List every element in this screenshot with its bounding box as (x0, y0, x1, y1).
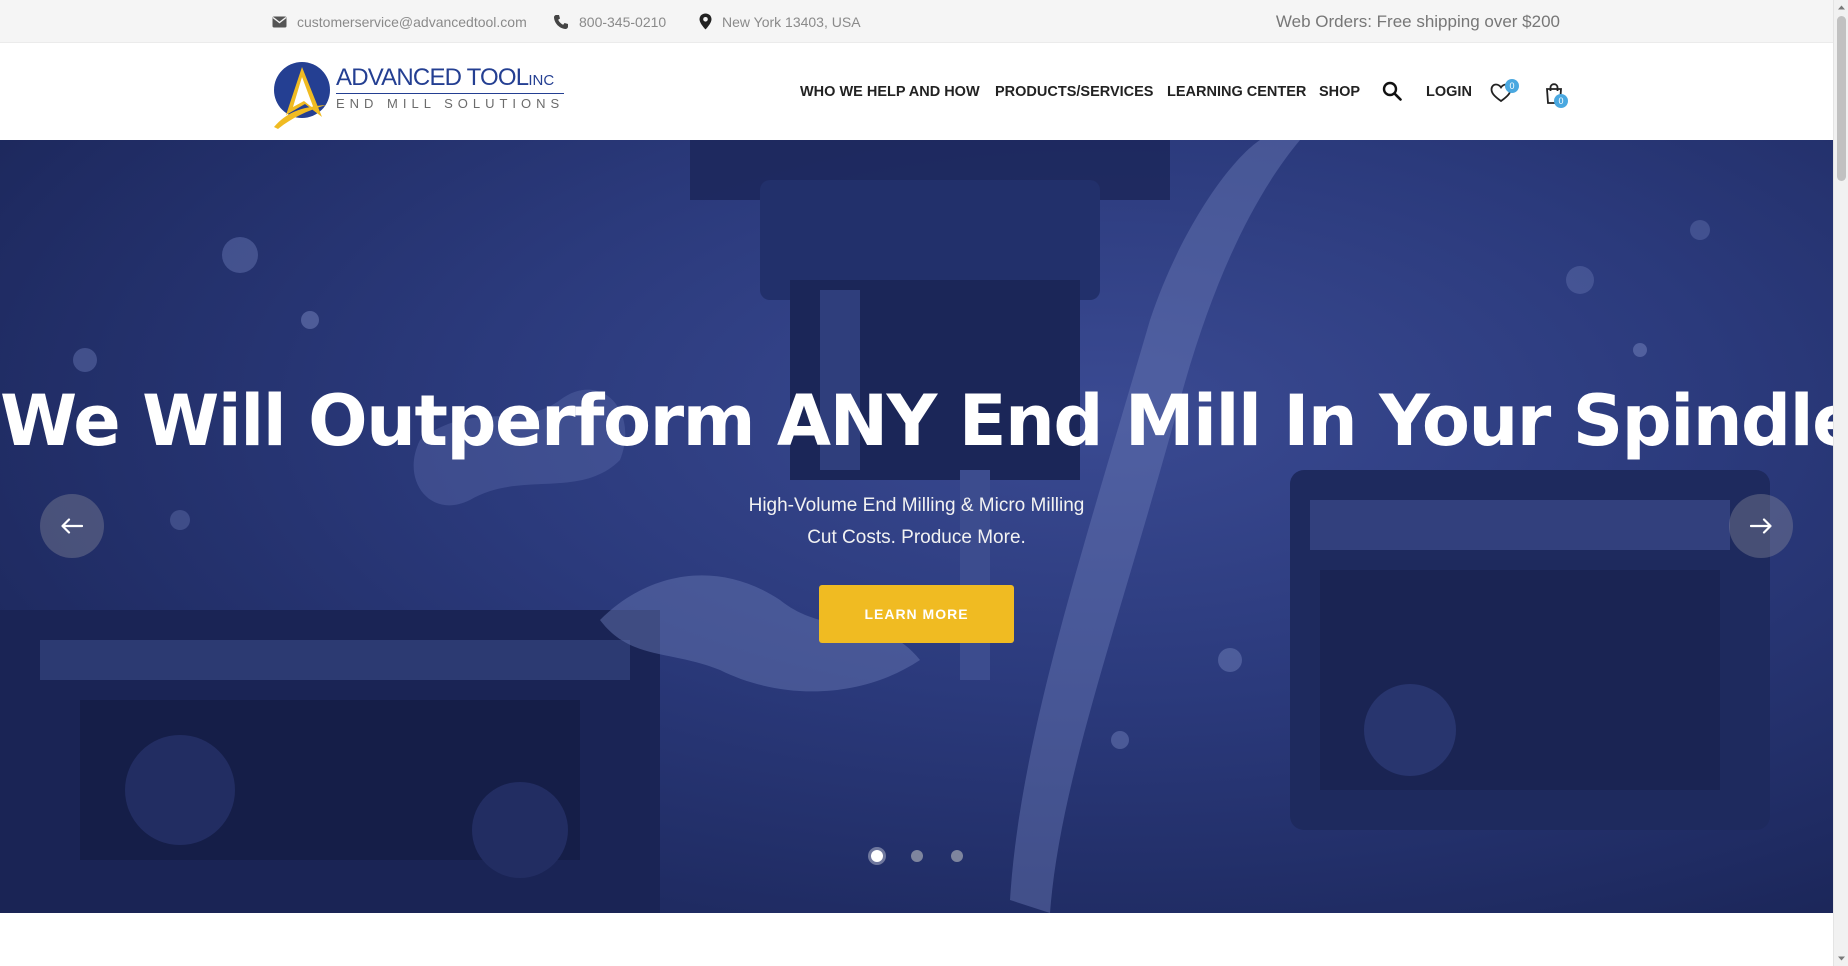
page: customerservice@advancedtool.com 800-345… (0, 0, 1848, 966)
cart-button[interactable]: 0 (1545, 79, 1579, 109)
phone-text: 800-345-0210 (579, 13, 667, 30)
envelope-icon (272, 16, 287, 27)
wishlist-count-badge: 0 (1505, 79, 1519, 93)
scroll-down-arrow-icon[interactable] (1837, 954, 1846, 963)
slider-dot-3[interactable] (951, 850, 963, 862)
shipping-notice: Web Orders: Free shipping over $200 (1275, 11, 1560, 31)
slider-prev-button[interactable] (40, 494, 104, 558)
nav-products-services[interactable]: PRODUCTS/SERVICES (995, 43, 1153, 140)
cart-count-badge: 0 (1554, 94, 1568, 108)
hero-title: We Will Outperform ANY End Mill In Your … (0, 380, 1833, 462)
search-icon (1382, 81, 1402, 101)
hero-subtitle-line2: Cut Costs. Produce More. (807, 527, 1026, 548)
hero-slider: We Will Outperform ANY End Mill In Your … (0, 140, 1833, 913)
slider-dot-2[interactable] (911, 850, 923, 862)
scroll-up-arrow-icon[interactable] (1837, 3, 1846, 12)
learn-more-button[interactable]: LEARN MORE (819, 585, 1014, 643)
site-header: ADVANCED TOOLINC END MILL SOLUTIONS WHO … (0, 43, 1833, 140)
nav-link-who-we-help[interactable]: WHO WE HELP AND HOW (800, 84, 980, 100)
logo-suffix: INC (528, 72, 555, 89)
page-scrollbar[interactable] (1833, 0, 1848, 966)
arrow-left-icon (61, 518, 83, 534)
slider-pagination (0, 850, 1833, 866)
nav-link-shop[interactable]: SHOP (1319, 84, 1360, 100)
email-contact[interactable]: customerservice@advancedtool.com (272, 0, 527, 43)
location-contact: New York 13403, USA (699, 0, 861, 43)
slider-dot-1[interactable] (871, 850, 883, 862)
nav-login[interactable]: LOGIN (1426, 43, 1472, 140)
top-bar: customerservice@advancedtool.com 800-345… (0, 0, 1833, 43)
nav-link-learning-center[interactable]: LEARNING CENTER (1167, 84, 1306, 100)
nav-link-products-services[interactable]: PRODUCTS/SERVICES (995, 84, 1153, 100)
location-text: New York 13403, USA (722, 13, 861, 30)
site-logo[interactable]: ADVANCED TOOLINC END MILL SOLUTIONS (272, 59, 565, 129)
arrow-right-icon (1750, 518, 1772, 534)
search-button[interactable] (1382, 81, 1402, 106)
hero-subtitle-line1: High-Volume End Milling & Micro Milling (748, 495, 1085, 516)
phone-icon (554, 14, 568, 29)
logo-mark-icon (274, 62, 330, 129)
nav-learning-center[interactable]: LEARNING CENTER (1167, 43, 1306, 140)
nav-who-we-help[interactable]: WHO WE HELP AND HOW (800, 43, 980, 140)
map-pin-icon (699, 13, 712, 30)
logo-tagline: END MILL SOLUTIONS (336, 93, 565, 111)
logo-name-text: ADVANCED TOOL (336, 64, 529, 91)
email-text: customerservice@advancedtool.com (297, 13, 527, 30)
wishlist-button[interactable]: 0 (1490, 79, 1524, 107)
logo-name: ADVANCED TOOLINC (336, 64, 564, 92)
phone-contact[interactable]: 800-345-0210 (553, 0, 666, 43)
nav-shop[interactable]: SHOP (1319, 43, 1360, 140)
login-link[interactable]: LOGIN (1426, 84, 1472, 100)
scrollbar-thumb[interactable] (1837, 16, 1846, 181)
logo-text: ADVANCED TOOLINC END MILL SOLUTIONS (336, 64, 565, 111)
slider-next-button[interactable] (1729, 494, 1793, 558)
